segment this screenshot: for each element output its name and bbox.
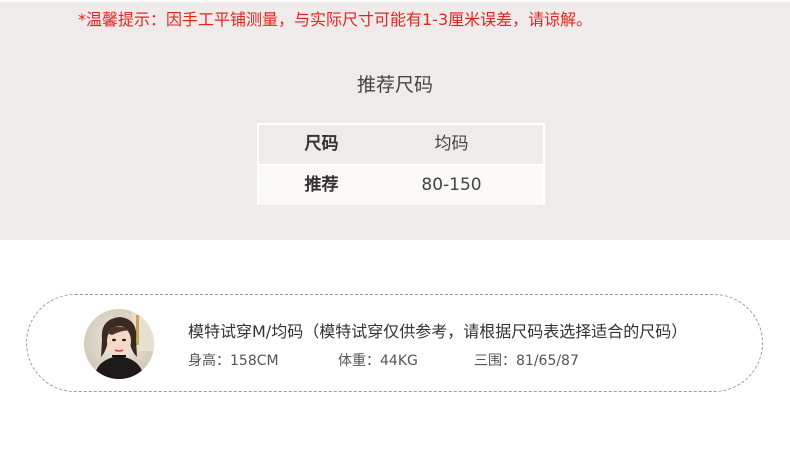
model-height: 身高：158CM bbox=[188, 353, 279, 369]
measurement-notice: *温馨提示：因手工平铺测量，与实际尺寸可能有1-3厘米误差，请谅解。 bbox=[78, 10, 593, 29]
recommended-label: 推荐 bbox=[304, 175, 339, 195]
model-weight: 体重：44KG bbox=[338, 353, 418, 369]
top-divider bbox=[0, 0, 790, 2]
model-avatar bbox=[84, 309, 154, 379]
size-header-value: 均码 bbox=[434, 134, 469, 154]
size-table: 尺码 均码 推荐 80-150 bbox=[257, 123, 545, 205]
size-table-row: 推荐 80-150 bbox=[259, 166, 543, 205]
model-fit-title: 模特试穿M/均码（模特试穿仅供参考，请根据尺码表选择适合的尺码） bbox=[188, 322, 688, 341]
size-table-header-row: 尺码 均码 bbox=[259, 125, 543, 164]
model-photo bbox=[84, 309, 154, 379]
model-measurements: 三围：81/65/87 bbox=[474, 353, 579, 369]
size-header-label: 尺码 bbox=[304, 134, 339, 154]
recommended-value: 80-150 bbox=[421, 175, 482, 195]
recommended-size-title: 推荐尺码 bbox=[356, 74, 433, 96]
